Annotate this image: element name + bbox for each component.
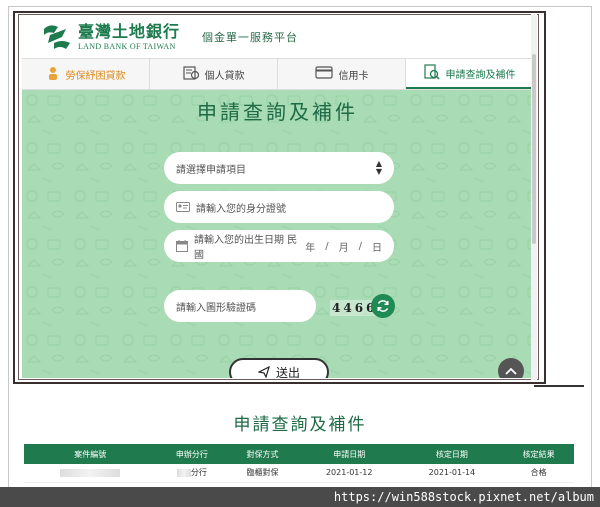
form-title: 申請查詢及補件 xyxy=(197,100,358,124)
table-row[interactable]: 分行 臨櫃對保 2021-01-12 2021-01-14 合格 xyxy=(24,464,574,483)
tab-labor-relief-loan[interactable]: 勞保紓困貸款 xyxy=(22,59,150,89)
results-section-title: 申請查詢及補件 xyxy=(233,415,367,435)
tab-label: 信用卡 xyxy=(338,70,369,82)
scrollbar-thumb[interactable] xyxy=(532,54,536,244)
frame-divider xyxy=(534,385,584,387)
submit-label: 送出 xyxy=(275,365,300,379)
calendar-icon xyxy=(176,240,188,252)
birth-date-input[interactable]: 請輸入您的出生日期 民國 年 / 月 / 日 xyxy=(164,230,394,262)
logo-chinese-name: 臺灣土地銀行 xyxy=(78,21,181,41)
date-segments: 年 / 月 / 日 xyxy=(305,239,382,254)
branch-cell: 分行 xyxy=(156,464,228,483)
scroll-to-top-button[interactable] xyxy=(498,358,524,378)
platform-title: 個金單一服務平台 xyxy=(202,31,299,44)
credit-card-icon xyxy=(314,66,333,82)
id-placeholder: 請輸入您的身分證號 xyxy=(196,203,286,215)
tab-label: 勞保紓困貸款 xyxy=(65,70,126,82)
chevron-up-icon xyxy=(505,367,517,375)
worker-icon xyxy=(46,66,60,83)
refresh-icon xyxy=(376,299,390,313)
url-watermark: https://win588stock.pixnet.net/album xyxy=(0,487,600,507)
column-header: 申請日期 xyxy=(297,444,401,464)
captcha-input[interactable]: 請輸入圖形驗證碼 xyxy=(164,290,316,322)
column-header: 申辦分行 xyxy=(156,444,228,464)
logo-text: 臺灣土地銀行 LAND BANK OF TAIWAN xyxy=(78,21,181,51)
select-placeholder: 請選擇申請項目 xyxy=(176,164,246,176)
birth-month-segment[interactable]: 月 xyxy=(339,239,349,254)
redacted-value xyxy=(60,468,121,477)
verification-method-cell: 臨櫃對保 xyxy=(227,464,298,483)
tab-application-inquiry[interactable]: 申請查詢及補件 xyxy=(406,59,533,89)
inquiry-form-panel: 申請查詢及補件 請選擇申請項目 ▲ ▼ 請輸入您的身分證號 請輸入您的出生日期 民… xyxy=(22,90,533,378)
column-header: 核定結果 xyxy=(503,444,574,464)
tab-label: 個人貸款 xyxy=(204,70,245,82)
vertical-scrollbar[interactable] xyxy=(531,14,537,380)
submit-button[interactable]: 送出 xyxy=(229,358,329,378)
send-icon xyxy=(257,366,270,378)
column-header: 對保方式 xyxy=(227,444,298,464)
logo-english-name: LAND BANK OF TAIWAN xyxy=(78,41,176,51)
select-arrows-icon: ▲ ▼ xyxy=(375,159,382,176)
id-number-input[interactable]: 請輸入您的身分證號 xyxy=(164,191,394,223)
birth-placeholder: 請輸入您的出生日期 民國 xyxy=(194,235,298,261)
table-header-row: 案件編號 申辦分行 對保方式 申請日期 核定日期 核定結果 xyxy=(24,444,574,464)
site-header: 臺灣土地銀行 LAND BANK OF TAIWAN 個金單一服務平台 xyxy=(22,16,533,58)
column-header: 案件編號 xyxy=(24,444,157,464)
main-tabs: 勞保紓困貸款 個人貸款 信用卡 申請查詢及補件 xyxy=(22,58,533,90)
search-document-icon xyxy=(423,63,440,83)
date-separator: / xyxy=(325,240,329,252)
tab-credit-card[interactable]: 信用卡 xyxy=(278,59,406,89)
approval-date-cell: 2021-01-14 xyxy=(400,464,504,483)
date-separator: / xyxy=(358,240,362,252)
column-header: 核定日期 xyxy=(400,444,504,464)
birth-day-segment[interactable]: 日 xyxy=(372,239,382,254)
results-table: 案件編號 申辦分行 對保方式 申請日期 核定日期 核定結果 分行 臨櫃對保 20… xyxy=(24,444,574,483)
land-bank-logo-icon[interactable] xyxy=(40,23,74,51)
birth-year-segment[interactable]: 年 xyxy=(305,239,315,254)
app-window: 臺灣土地銀行 LAND BANK OF TAIWAN 個金單一服務平台 勞保紓困… xyxy=(22,16,533,378)
case-number-cell xyxy=(24,464,157,483)
id-card-icon xyxy=(176,202,190,212)
redacted-value xyxy=(176,468,191,477)
captcha-placeholder: 請輸入圖形驗證碼 xyxy=(176,302,256,314)
tab-label: 申請查詢及補件 xyxy=(445,69,516,81)
approval-result-cell: 合格 xyxy=(503,464,574,483)
loan-document-icon xyxy=(182,65,199,83)
refresh-captcha-button[interactable] xyxy=(371,294,395,318)
tab-personal-loan[interactable]: 個人貸款 xyxy=(150,59,278,89)
application-type-select[interactable]: 請選擇申請項目 ▲ ▼ xyxy=(164,152,394,184)
application-date-cell: 2021-01-12 xyxy=(297,464,401,483)
